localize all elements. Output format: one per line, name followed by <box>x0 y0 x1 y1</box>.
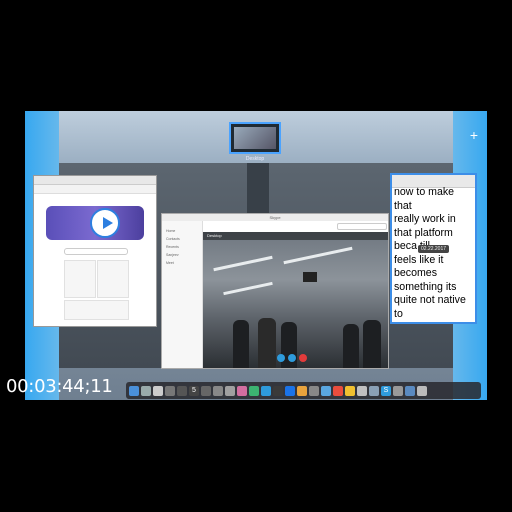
video-toggle-button[interactable] <box>288 354 296 362</box>
preferences-icon[interactable] <box>309 385 319 396</box>
downloads-icon[interactable] <box>393 385 403 396</box>
browser-bookmarks-bar[interactable] <box>34 185 156 194</box>
appstore-icon[interactable] <box>285 385 295 396</box>
add-space-button[interactable]: + <box>470 127 478 143</box>
desktop-space-thumbnail[interactable] <box>229 122 281 154</box>
mail-icon[interactable] <box>165 385 175 396</box>
news-card[interactable] <box>97 260 129 298</box>
text-line: becomes <box>394 267 437 279</box>
calendar-icon[interactable] <box>201 385 211 396</box>
call-header: Desktop <box>203 232 388 240</box>
news-card[interactable] <box>64 300 129 320</box>
messages-icon[interactable] <box>321 385 331 396</box>
text-line: something its <box>394 280 457 293</box>
folder-icon[interactable] <box>369 385 379 396</box>
google-search-input[interactable] <box>64 248 128 255</box>
dock: 5 S <box>126 382 481 399</box>
text-line: that <box>394 199 412 212</box>
notes-icon[interactable] <box>213 385 223 396</box>
maps-icon[interactable] <box>249 385 259 396</box>
documents-icon[interactable] <box>405 385 415 396</box>
text-editor-window[interactable]: now to make that really work in that pla… <box>390 173 477 324</box>
sidebar-item-recents[interactable]: Recents <box>162 243 202 251</box>
play-icon[interactable] <box>90 208 120 238</box>
launchpad-icon[interactable] <box>141 385 151 396</box>
skype-search-input[interactable] <box>337 223 387 230</box>
participant <box>233 320 249 368</box>
news-card[interactable] <box>64 260 96 298</box>
ibooks-icon[interactable] <box>345 385 355 396</box>
text-line: that platform <box>394 226 453 239</box>
browser-tab-bar[interactable] <box>34 176 156 185</box>
trash-icon[interactable] <box>417 385 427 396</box>
google-doodle[interactable] <box>46 206 144 240</box>
participant <box>363 320 381 368</box>
text-line: really work in <box>394 213 456 225</box>
skype-titlebar: Skype <box>162 214 388 221</box>
text-line: now to make <box>394 186 455 198</box>
video-call-feed[interactable]: Desktop <box>203 232 388 368</box>
screen-recording: Desktop + Skype Home Contacts Recents Sa… <box>25 111 487 400</box>
app-5-icon[interactable]: 5 <box>189 385 199 396</box>
skype-icon[interactable] <box>261 385 271 396</box>
safari-icon[interactable] <box>153 385 163 396</box>
end-call-button[interactable] <box>299 354 307 362</box>
facetime-icon[interactable] <box>357 385 367 396</box>
itunes-icon[interactable] <box>237 385 247 396</box>
reminders-icon[interactable] <box>225 385 235 396</box>
projector <box>303 272 317 282</box>
browser-window[interactable] <box>33 175 157 327</box>
chrome-icon[interactable] <box>333 385 343 396</box>
terminal-icon[interactable] <box>273 385 283 396</box>
skype-sidebar: Home Contacts Recents Sanjeev Meet <box>162 221 203 368</box>
contacts-icon[interactable] <box>177 385 187 396</box>
video-timecode: 00:03:44;11 <box>6 376 113 397</box>
sidebar-item-home[interactable]: Home <box>162 227 202 235</box>
desktop-space-label: Desktop <box>245 156 265 162</box>
text-line: to <box>394 307 403 320</box>
text-line: quite not native <box>394 294 466 306</box>
sidebar-item-contact[interactable]: Sanjeev <box>162 251 202 259</box>
mute-button[interactable] <box>277 354 285 362</box>
date-tooltip: 02.22.2017 <box>418 245 450 253</box>
text-line: feels like it <box>394 253 444 266</box>
sidebar-item-contacts[interactable]: Contacts <box>162 235 202 243</box>
finder-icon[interactable] <box>129 385 139 396</box>
editor-text[interactable]: now to make that really work in that pla… <box>394 186 466 321</box>
participant <box>343 324 359 368</box>
participant <box>258 318 276 368</box>
skype-s-icon[interactable]: S <box>381 385 391 396</box>
skype-window[interactable]: Skype Home Contacts Recents Sanjeev Meet… <box>161 213 389 369</box>
photos-icon[interactable] <box>297 385 307 396</box>
sidebar-item-meet[interactable]: Meet <box>162 259 202 267</box>
